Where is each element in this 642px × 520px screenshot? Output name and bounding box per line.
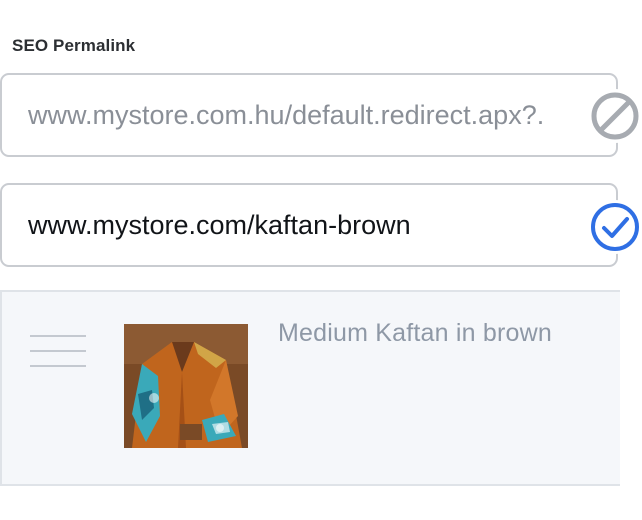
seo-permalink-panel: SEO Permalink www.mystore.com.hu/default… [0, 0, 642, 520]
check-circle-icon [588, 200, 642, 254]
drag-handle-icon[interactable] [30, 335, 86, 367]
old-url-field[interactable] [0, 73, 618, 157]
blocked-icon [588, 89, 642, 143]
new-url-field[interactable] [0, 183, 618, 267]
new-url-input[interactable] [28, 185, 588, 265]
product-thumbnail [124, 324, 248, 448]
product-title: Medium Kaftan in brown [278, 319, 552, 347]
old-url-input[interactable] [28, 75, 588, 155]
seo-permalink-label: SEO Permalink [12, 36, 136, 55]
